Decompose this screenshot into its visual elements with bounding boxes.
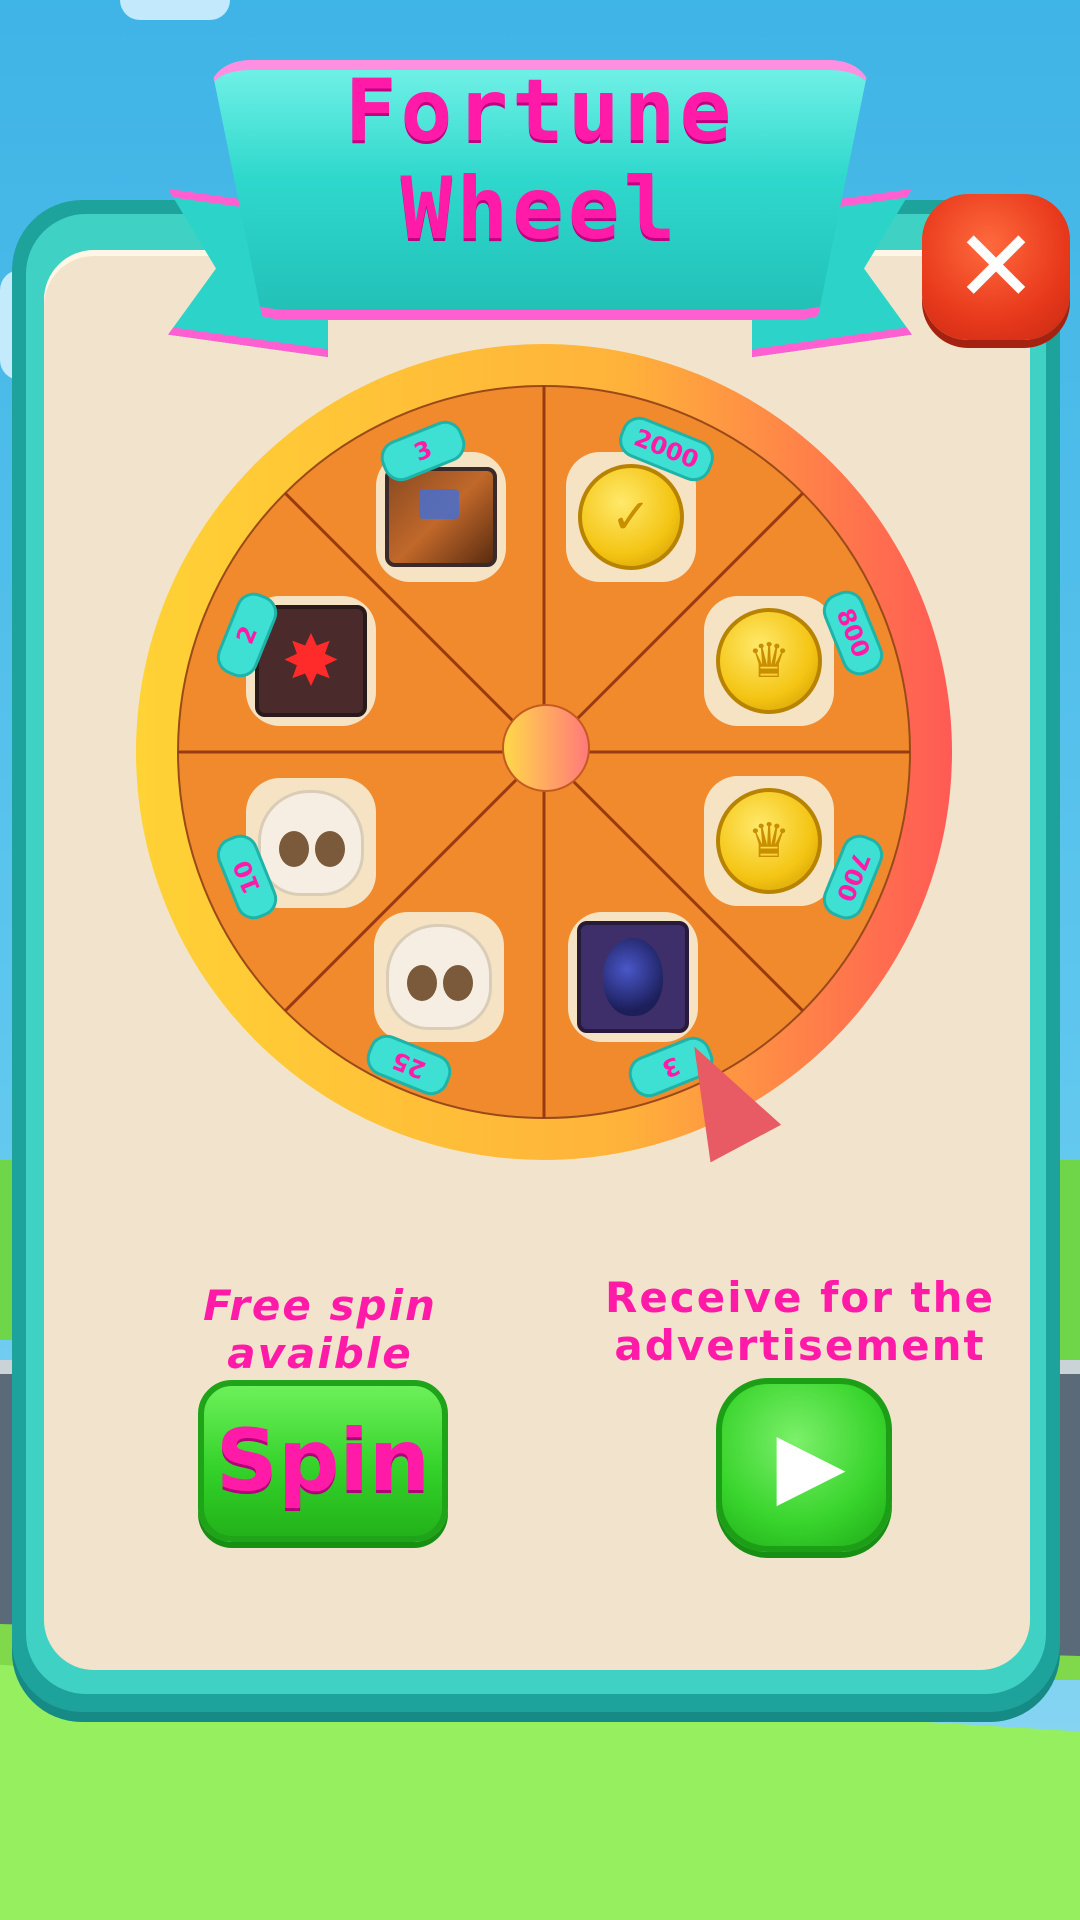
gold-coin-icon: ♛ <box>716 788 822 894</box>
egg-icon <box>577 921 689 1033</box>
watch-ad-button[interactable]: ▶ <box>716 1378 892 1552</box>
gold-coin-icon: ✓ <box>578 464 684 570</box>
fortune-wheel <box>136 344 952 1160</box>
spin-button[interactable]: Spin <box>198 1380 448 1542</box>
skull-icon <box>386 924 492 1030</box>
prize-coins-700: ♛ <box>704 776 834 906</box>
prize-coins-800: ♛ <box>704 596 834 726</box>
spin-button-label: Spin <box>215 1411 431 1511</box>
skull-icon <box>258 790 364 896</box>
prize-egg <box>568 912 698 1042</box>
wheel-hub <box>502 704 590 792</box>
play-icon: ▶ <box>776 1412 846 1517</box>
prize-skull-25 <box>374 912 504 1042</box>
gold-coin-icon: ♛ <box>716 608 822 714</box>
ad-reward-label: Receive for the advertisement <box>604 1273 995 1370</box>
free-spin-label: Free spin avaible <box>203 1281 437 1378</box>
spellbook-icon <box>385 467 497 567</box>
